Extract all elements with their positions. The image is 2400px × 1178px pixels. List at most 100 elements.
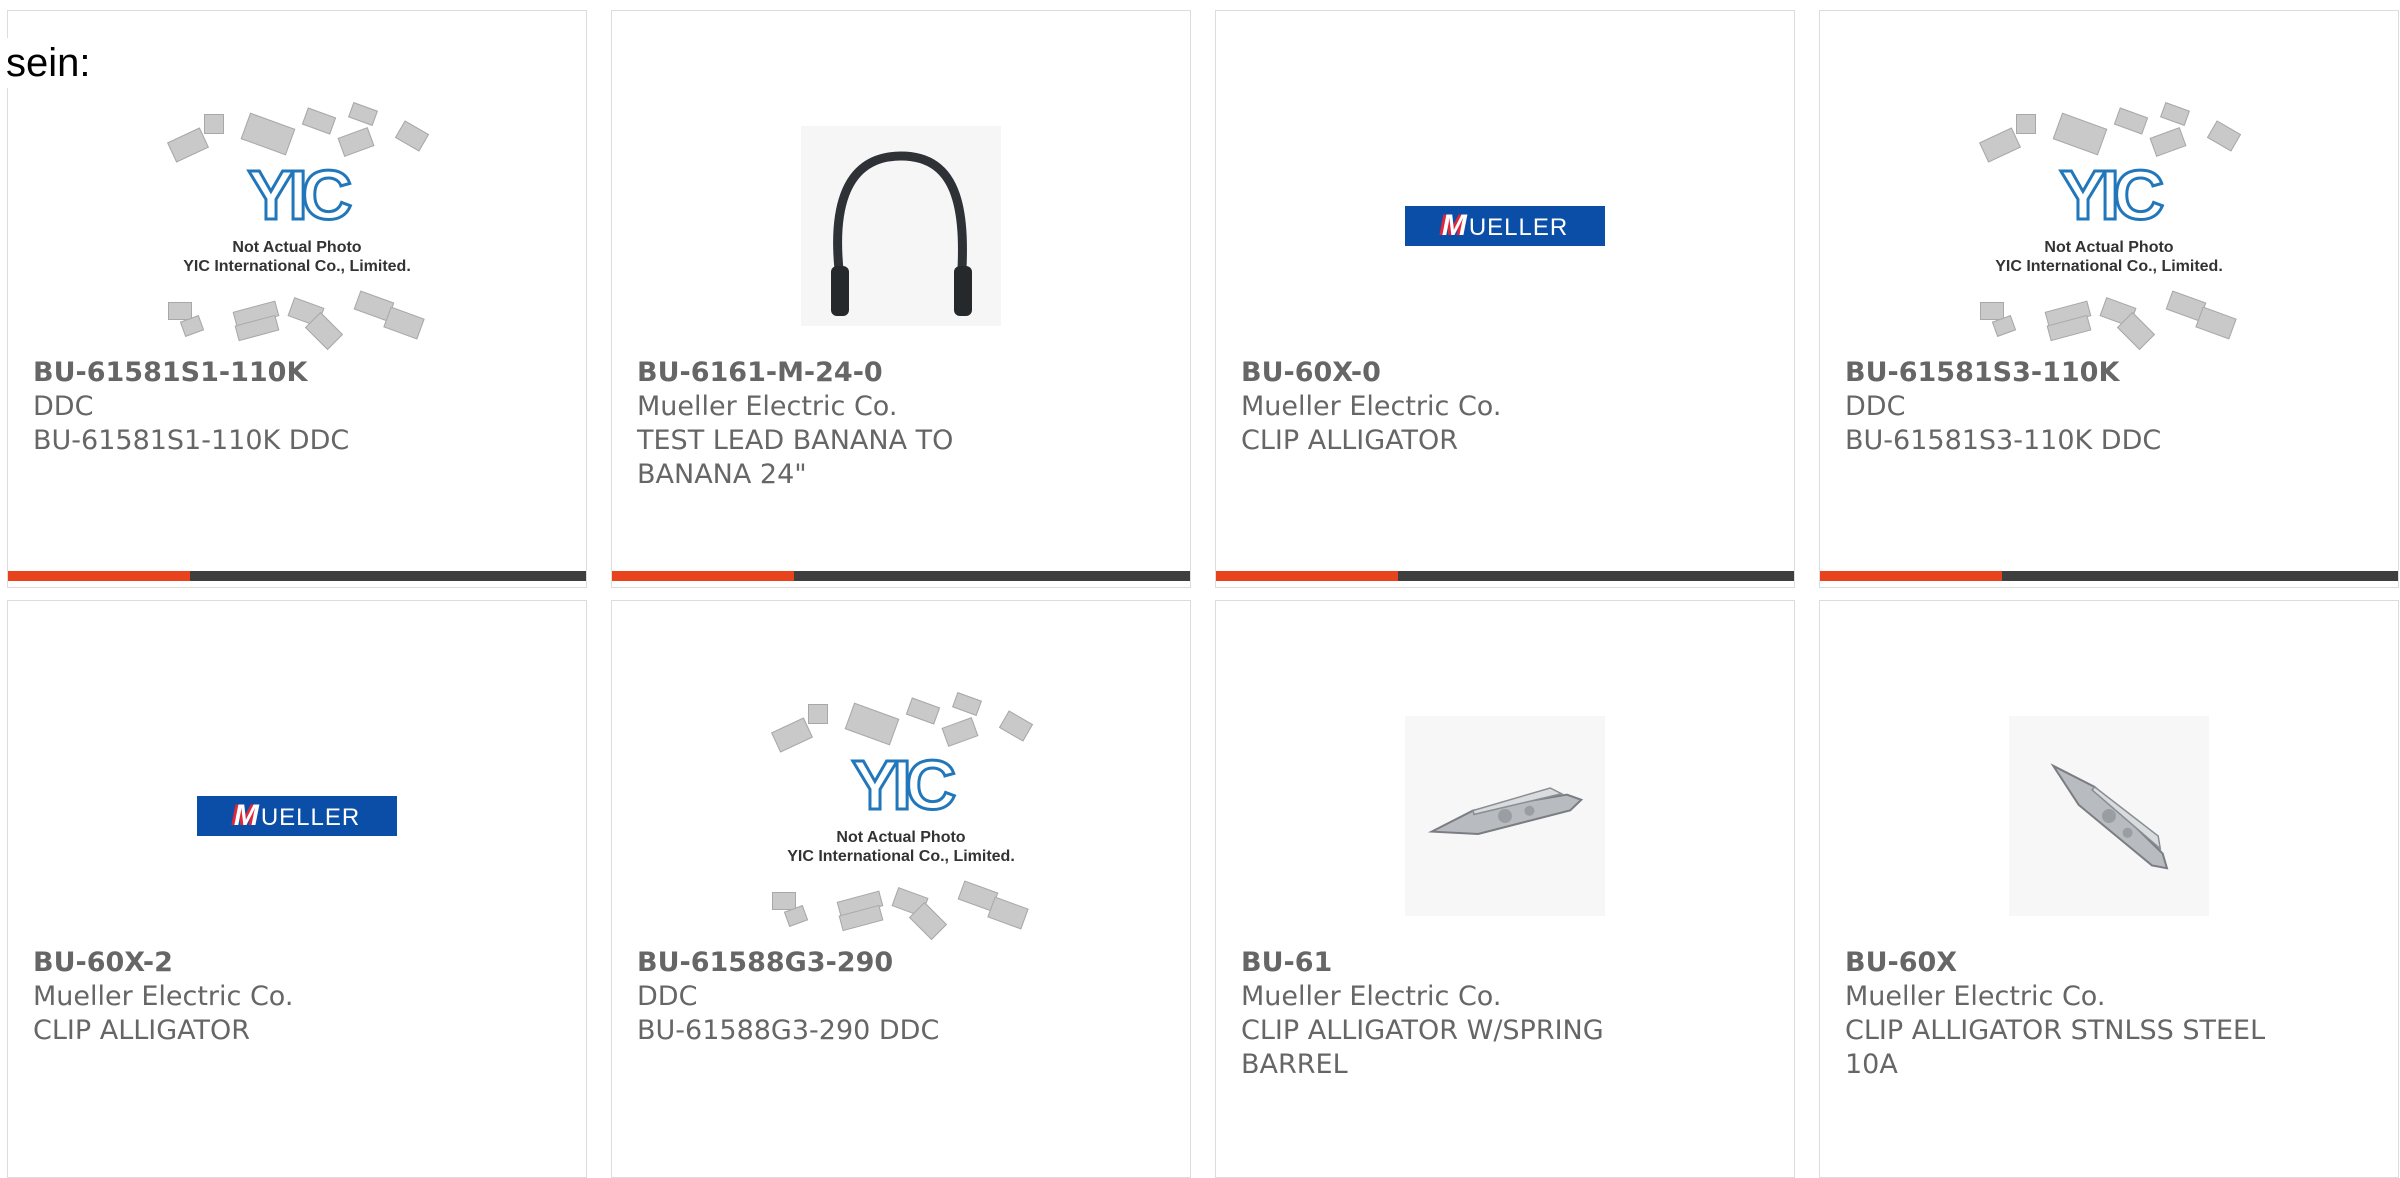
dark-segment xyxy=(190,571,586,581)
card-accent-bar xyxy=(8,571,586,581)
product-card[interactable]: BU-6161-M-24-0 Mueller Electric Co. TEST L… xyxy=(611,10,1191,588)
chip-illustration xyxy=(168,302,192,320)
product-thumbnail[interactable]: MUELLER xyxy=(8,681,586,951)
yic-logo: YIC xyxy=(246,156,354,234)
manufacturer: Mueller Electric Co. xyxy=(1845,981,2106,1012)
manufacturer: DDC xyxy=(637,981,698,1012)
manufacturer: Mueller Electric Co. xyxy=(637,391,898,422)
chip-illustration xyxy=(394,120,430,152)
dark-segment xyxy=(2002,571,2398,581)
mueller-logo-initial: M xyxy=(1441,209,1468,242)
chip-illustration xyxy=(240,112,296,156)
accent-segment xyxy=(612,571,794,581)
placeholder-line-2: YIC International Co., Limited. xyxy=(183,258,411,275)
card-accent-bar xyxy=(1820,571,2398,581)
product-thumbnail[interactable]: YIC Not Actual Photo YIC International Co.… xyxy=(1820,91,2398,361)
chip-illustration xyxy=(808,704,828,724)
product-info: BU-61 Mueller Electric Co. CLIP ALLIGATOR … xyxy=(1241,946,1674,1082)
chip-illustration xyxy=(2149,127,2187,157)
product-thumbnail[interactable]: YIC Not Actual Photo YIC International Co.… xyxy=(8,91,586,361)
placeholder-line-1: Not Actual Photo xyxy=(836,829,966,846)
product-card[interactable]: YIC Not Actual Photo YIC International Co.… xyxy=(611,600,1191,1178)
card-accent-bar xyxy=(612,571,1190,581)
part-number-link[interactable]: BU-6161-M-24-0 xyxy=(637,356,1070,390)
placeholder-caption: Not Actual Photo YIC International Co., L… xyxy=(162,238,432,276)
chip-illustration xyxy=(905,697,941,725)
not-actual-photo-image: YIC Not Actual Photo YIC International Co.… xyxy=(162,102,432,351)
placeholder-caption: Not Actual Photo YIC International Co., L… xyxy=(766,828,1036,866)
alligator-clip-angled-image xyxy=(2009,716,2209,916)
part-number-link[interactable]: BU-61581S1-110K xyxy=(33,356,466,390)
chip-illustration xyxy=(2113,107,2149,135)
product-description: BU-61581S3-110K DDC xyxy=(1845,425,2162,456)
placeholder-caption: Not Actual Photo YIC International Co., L… xyxy=(1974,238,2244,276)
intro-text: sein: xyxy=(6,38,91,88)
mueller-logo-text: MUELLER xyxy=(234,799,360,833)
product-card[interactable]: BU-60X Mueller Electric Co. CLIP ALLIGATOR… xyxy=(1819,600,2399,1178)
dark-segment xyxy=(794,571,1190,581)
chip-illustration xyxy=(1979,127,2021,163)
card-accent-bar xyxy=(1216,571,1794,581)
product-thumbnail[interactable] xyxy=(1216,681,1794,951)
chip-illustration xyxy=(987,896,1029,930)
product-card[interactable]: YIC Not Actual Photo YIC International Co.… xyxy=(1819,10,2399,588)
product-description: CLIP ALLIGATOR STNLSS STEEL 10A xyxy=(1845,1015,2266,1080)
product-thumbnail[interactable] xyxy=(1820,681,2398,951)
product-info: BU-61581S1-110K DDC BU-61581S1-110K DDC xyxy=(33,356,466,458)
placeholder-line-2: YIC International Co., Limited. xyxy=(1995,258,2223,275)
product-description: CLIP ALLIGATOR xyxy=(1241,425,1459,456)
chip-illustration xyxy=(301,107,337,135)
part-number-link[interactable]: BU-61581S3-110K xyxy=(1845,356,2278,390)
product-card[interactable]: MUELLER BU-60X-0 Mueller Electric Co. CLIP … xyxy=(1215,10,1795,588)
product-info: BU-60X-2 Mueller Electric Co. CLIP ALLIGAT… xyxy=(33,946,466,1048)
yic-logo: YIC xyxy=(850,746,958,824)
chip-illustration xyxy=(2195,306,2237,340)
part-number-link[interactable]: BU-61588G3-290 xyxy=(637,946,1070,980)
accent-segment xyxy=(1216,571,1398,581)
placeholder-line-2: YIC International Co., Limited. xyxy=(787,848,1015,865)
part-number-link[interactable]: BU-61 xyxy=(1241,946,1674,980)
part-number-link[interactable]: BU-60X-0 xyxy=(1241,356,1674,390)
product-card[interactable]: BU-61 Mueller Electric Co. CLIP ALLIGATOR … xyxy=(1215,600,1795,1178)
accent-segment xyxy=(1820,571,2002,581)
chip-illustration xyxy=(167,127,209,163)
chip-illustration xyxy=(2052,112,2108,156)
not-actual-photo-image: YIC Not Actual Photo YIC International Co.… xyxy=(1974,102,2244,351)
manufacturer: Mueller Electric Co. xyxy=(1241,391,1502,422)
chip-illustration xyxy=(952,692,982,716)
chip-illustration xyxy=(383,306,425,340)
placeholder-line-1: Not Actual Photo xyxy=(232,239,362,256)
mueller-logo-rest: UELLER xyxy=(260,804,361,831)
alligator-clip-image xyxy=(1405,716,1605,916)
product-thumbnail[interactable]: YIC Not Actual Photo YIC International Co.… xyxy=(612,681,1190,951)
chip-illustration xyxy=(771,717,813,753)
product-info: BU-60X Mueller Electric Co. CLIP ALLIGATOR… xyxy=(1845,946,2278,1082)
manufacturer: Mueller Electric Co. xyxy=(33,981,294,1012)
chip-illustration xyxy=(2206,120,2242,152)
test-lead-cable-image xyxy=(801,126,1001,326)
dark-segment xyxy=(1398,571,1794,581)
not-actual-photo-image: YIC Not Actual Photo YIC International Co.… xyxy=(766,692,1036,941)
mueller-logo-rest: UELLER xyxy=(1468,214,1569,241)
yic-logo: YIC xyxy=(2058,156,2166,234)
chip-illustration xyxy=(941,717,979,747)
chip-illustration xyxy=(348,102,378,126)
chip-illustration xyxy=(2016,114,2036,134)
mueller-logo: MUELLER xyxy=(1405,206,1605,246)
manufacturer: DDC xyxy=(1845,391,1906,422)
part-number-link[interactable]: BU-60X xyxy=(1845,946,2278,980)
product-thumbnail[interactable]: MUELLER xyxy=(1216,91,1794,361)
chip-illustration xyxy=(204,114,224,134)
part-number-link[interactable]: BU-60X-2 xyxy=(33,946,466,980)
mueller-logo-initial: M xyxy=(233,799,260,832)
chip-illustration xyxy=(772,892,796,910)
product-info: BU-61588G3-290 DDC BU-61588G3-290 DDC xyxy=(637,946,1070,1048)
product-card[interactable]: MUELLER BU-60X-2 Mueller Electric Co. CLIP … xyxy=(7,600,587,1178)
product-card[interactable]: YIC Not Actual Photo YIC International Co.… xyxy=(7,10,587,588)
product-description: BU-61588G3-290 DDC xyxy=(637,1015,940,1046)
product-description: TEST LEAD BANANA TO BANANA 24" xyxy=(637,425,954,490)
product-thumbnail[interactable] xyxy=(612,91,1190,361)
chip-illustration xyxy=(2160,102,2190,126)
product-description: BU-61581S1-110K DDC xyxy=(33,425,350,456)
chip-illustration xyxy=(337,127,375,157)
